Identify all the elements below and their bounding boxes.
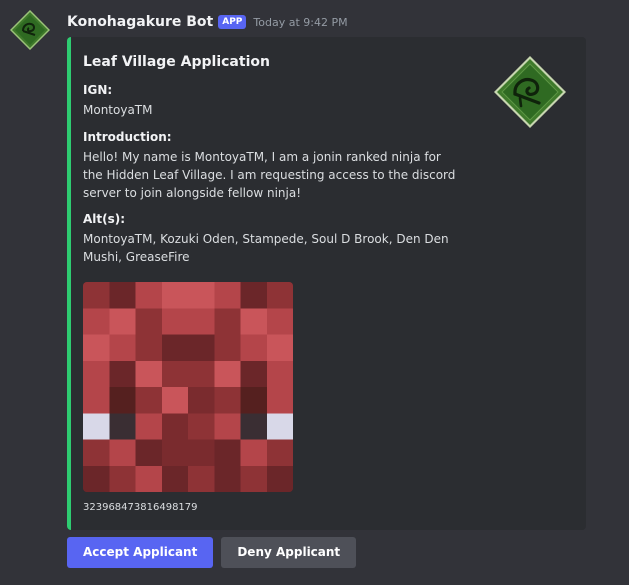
field-ign-name: IGN: <box>83 83 113 97</box>
field-alts: Alt(s): MontoyaTM, Kozuki Oden, Stampede… <box>83 211 463 266</box>
embed-image[interactable] <box>83 282 293 492</box>
app-badge: APP <box>218 15 247 29</box>
leaf-village-emblem-icon <box>9 9 51 51</box>
message-header: Konohagakure Bot APP Today at 9:42 PM <box>67 12 348 32</box>
field-ign-value: MontoyaTM <box>83 103 153 117</box>
minecraft-skin-face-image <box>83 282 293 492</box>
deny-applicant-button[interactable]: Deny Applicant <box>221 537 357 568</box>
embed-title: Leaf Village Application <box>83 54 270 70</box>
field-introduction: Introduction: Hello! My name is MontoyaT… <box>83 129 463 202</box>
action-row: Accept Applicant Deny Applicant <box>67 537 357 568</box>
embed-footer: 323968473816498179 <box>83 502 198 513</box>
embed-accent-bar <box>67 37 71 530</box>
message-timestamp: Today at 9:42 PM <box>253 15 348 29</box>
field-alts-value: MontoyaTM, Kozuki Oden, Stampede, Soul D… <box>83 232 449 264</box>
bot-avatar[interactable] <box>9 9 51 51</box>
field-introduction-value: Hello! My name is MontoyaTM, I am a joni… <box>83 150 456 200</box>
leaf-village-emblem-icon <box>494 56 566 128</box>
field-ign: IGN: MontoyaTM <box>83 82 463 119</box>
field-introduction-name: Introduction: <box>83 130 172 144</box>
application-embed: Leaf Village Application IGN: MontoyaTM … <box>67 37 586 530</box>
field-alts-name: Alt(s): <box>83 212 126 226</box>
bot-message: Konohagakure Bot APP Today at 9:42 PM Le… <box>0 0 629 585</box>
embed-thumbnail[interactable] <box>492 54 568 130</box>
author-name[interactable]: Konohagakure Bot <box>67 14 213 30</box>
accept-applicant-button[interactable]: Accept Applicant <box>67 537 214 568</box>
